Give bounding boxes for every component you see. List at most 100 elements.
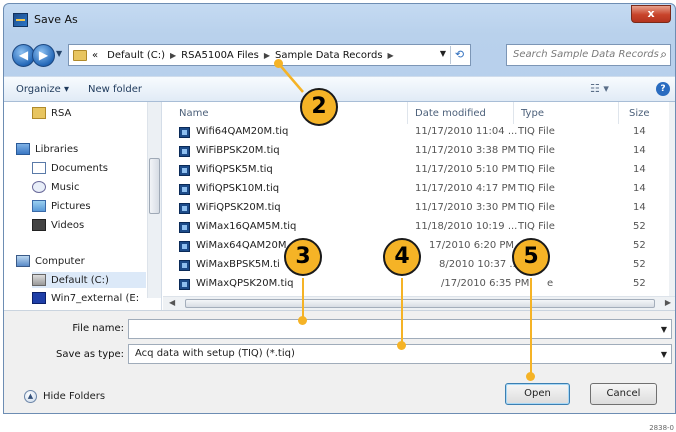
file-name: Wifi64QAM20M.tiq [196,126,289,137]
sidebar-item-default-c[interactable]: Default (C:) [32,272,146,288]
scroll-left-icon[interactable]: ◀ [169,298,175,307]
table-row[interactable]: WiFiBPSK20M.tiq 11/17/2010 3:38 PM TIQ F… [163,143,675,159]
save-as-type-dropdown-icon[interactable]: ▼ [661,350,667,359]
search-input[interactable]: Search Sample Data Records ⌕ [506,44,671,66]
table-row[interactable]: WifiQPSK10M.tiq 11/17/2010 4:17 PM TIQ F… [163,181,675,197]
column-header-size[interactable]: Size [629,108,650,119]
sidebar-item-pictures[interactable]: Pictures [32,198,91,214]
sidebar-item-libraries[interactable]: Libraries [16,141,78,157]
file-name: WiMaxBPSK5M.ti [196,259,280,270]
chevron-right-icon[interactable]: ▶ [388,51,394,60]
libraries-icon [16,143,30,155]
sidebar-item-label: Libraries [35,143,79,155]
pictures-icon [32,200,46,212]
scrollbar-thumb[interactable] [185,299,655,308]
sidebar-item-win7-external[interactable]: Win7_external (E: [32,290,146,306]
file-date: 8/2010 10:37 ... [439,259,519,270]
column-header-date-modified[interactable]: Date modified [415,108,486,119]
recent-pages-dropdown-icon[interactable]: ▼ [56,49,62,58]
column-divider[interactable] [407,102,408,124]
forward-button[interactable]: ▶ [32,44,55,67]
sidebar-item-music[interactable]: Music [32,179,79,195]
callout-4: 4 [383,238,421,276]
breadcrumb-default-c[interactable]: Default (C:) [107,50,165,61]
sidebar-item-rsa[interactable]: RSA [32,105,71,121]
column-header-type[interactable]: Type [521,108,544,119]
table-row[interactable]: WifiQPSK5M.tiq 11/17/2010 5:10 PM TIQ Fi… [163,162,675,178]
change-view-icon[interactable]: ☷ ▾ [590,82,609,95]
hide-folders-label: Hide Folders [43,391,106,402]
file-list: Name Date modified Type Size Wifi64QAM20… [163,102,675,310]
file-type: TIQ File [518,126,555,137]
file-size: 14 [633,164,646,175]
column-divider[interactable] [513,102,514,124]
sidebar-item-label: Music [51,181,80,193]
breadcrumb-rsa5100a-files[interactable]: RSA5100A Files [181,50,259,61]
tiq-file-icon [179,146,190,157]
address-bar[interactable]: « Default (C:) ▶ RSA5100A Files ▶ Sample… [68,44,471,66]
column-header-name[interactable]: Name [179,108,209,119]
breadcrumb-overflow[interactable]: « [92,50,98,61]
title-bar: Save As x [4,4,675,34]
file-type: TIQ File [518,183,555,194]
hide-folders-button[interactable]: ▲ Hide Folders [24,390,105,403]
cancel-button[interactable]: Cancel [590,383,657,405]
table-row[interactable]: Wifi64QAM20M.tiq 11/17/2010 11:04 ... TI… [163,124,675,140]
sidebar-item-documents[interactable]: Documents [32,160,108,176]
help-icon[interactable]: ? [656,82,670,96]
file-date: /17/2010 6:35 PM [441,278,530,289]
organize-button[interactable]: Organize ▾ [16,84,69,95]
file-size: 52 [633,221,646,232]
file-list-scrollbar[interactable] [669,102,675,298]
search-icon[interactable]: ⌕ [660,47,667,62]
callout-4-pointer-dot [397,341,406,350]
folder-icon [73,49,87,61]
file-date: 11/18/2010 10:19 ... [415,221,518,232]
navigation-pane-scrollbar[interactable] [147,102,161,298]
navigation-bar: ◀ ▶ ▼ « Default (C:) ▶ RSA5100A Files ▶ … [4,42,675,68]
tiq-file-icon [179,260,190,271]
file-name: WifiQPSK5M.tiq [196,164,273,175]
column-divider[interactable] [618,102,619,124]
sidebar-item-label: Documents [51,162,109,174]
file-name-input[interactable]: ▼ [128,319,672,339]
breadcrumb-sample-data-records[interactable]: Sample Data Records [275,50,383,61]
file-date: 17/2010 6:20 PM [429,240,515,251]
new-folder-button[interactable]: New folder [88,84,142,95]
save-as-dialog: Save As x ◀ ▶ ▼ « Default (C:) ▶ RSA5100… [3,3,676,414]
file-name-label: File name: [72,323,124,334]
open-button[interactable]: Open [505,383,570,405]
tiq-file-icon [179,184,190,195]
sidebar-item-label: Win7_external (E: [51,292,140,304]
videos-icon [32,219,46,231]
callout-5: 5 [512,238,550,276]
sidebar-item-computer[interactable]: Computer [16,253,85,269]
table-row[interactable]: WiMaxQPSK20M.tiq /17/2010 6:35 PM e 52 [163,276,675,292]
file-name-dropdown-icon[interactable]: ▼ [661,325,667,334]
sidebar-item-label: Pictures [51,200,91,212]
navigation-pane: RSA Libraries Documents Music Pictures V… [4,102,162,310]
main-area: RSA Libraries Documents Music Pictures V… [4,102,675,310]
table-row[interactable]: WiMax16QAM5M.tiq 11/18/2010 10:19 ... TI… [163,219,675,235]
tiq-file-icon [179,203,190,214]
callout-2: 2 [300,88,338,126]
chevron-right-icon[interactable]: ▶ [264,51,270,60]
close-button[interactable]: x [631,5,671,23]
dialog-title: Save As [34,13,78,26]
chevron-right-icon[interactable]: ▶ [170,51,176,60]
callout-4-leader [401,278,403,343]
computer-icon [16,255,30,267]
address-dropdown-icon[interactable]: ▼ [440,49,446,58]
folder-icon [32,107,46,119]
file-size: 14 [633,183,646,194]
file-type: TIQ File [518,221,555,232]
table-row[interactable]: WiFiQPSK20M.tiq 11/17/2010 3:30 PM TIQ F… [163,200,675,216]
horizontal-scrollbar[interactable]: ◀ ▶ [163,296,675,310]
search-placeholder: Search Sample Data Records [513,49,659,60]
tiq-file-icon [179,165,190,176]
refresh-icon[interactable]: ⟲ [450,46,468,64]
scrollbar-thumb[interactable] [149,158,160,214]
scroll-right-icon[interactable]: ▶ [665,298,671,307]
file-size: 52 [633,278,646,289]
sidebar-item-videos[interactable]: Videos [32,217,84,233]
